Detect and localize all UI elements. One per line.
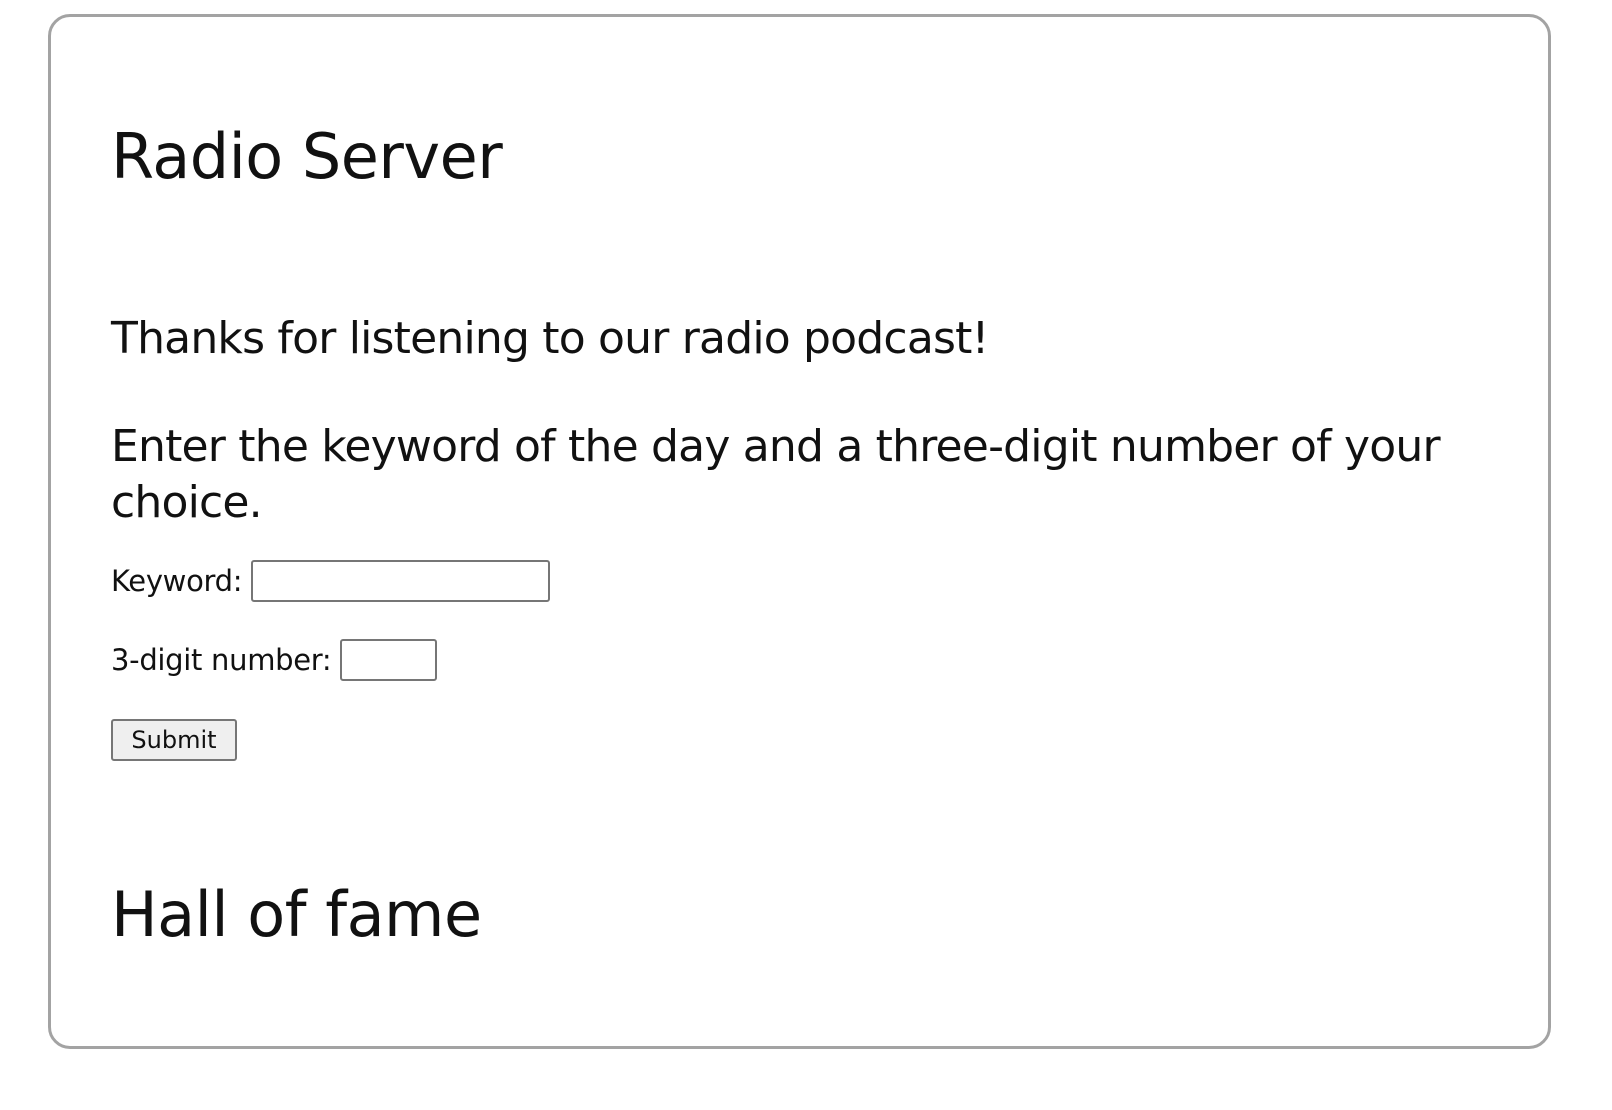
keyword-label: Keyword: xyxy=(111,564,243,598)
intro-text: Thanks for listening to our radio podcas… xyxy=(111,313,989,364)
keyword-row: Keyword: xyxy=(111,560,551,602)
instructions-text: Enter the keyword of the day and a three… xyxy=(111,421,1441,528)
keyword-input[interactable] xyxy=(251,560,551,602)
submit-button[interactable]: Submit xyxy=(111,719,237,761)
number-row: 3-digit number: xyxy=(111,639,438,681)
main-card: Radio Server Thanks for listening to our… xyxy=(48,14,1551,1049)
number-input[interactable] xyxy=(340,639,438,681)
hall-of-fame-title: Hall of fame xyxy=(111,878,482,951)
page-title: Radio Server xyxy=(111,120,503,193)
number-label: 3-digit number: xyxy=(111,643,332,677)
